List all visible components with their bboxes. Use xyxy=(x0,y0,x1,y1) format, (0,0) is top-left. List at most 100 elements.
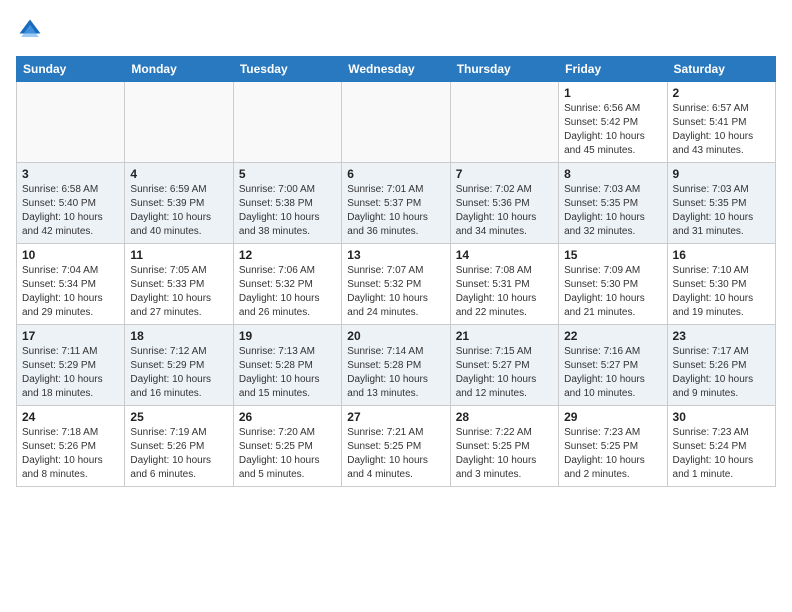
day-number: 14 xyxy=(456,248,553,262)
day-number: 1 xyxy=(564,86,661,100)
day-number: 4 xyxy=(130,167,227,181)
day-info: Sunrise: 7:06 AM Sunset: 5:32 PM Dayligh… xyxy=(239,264,336,320)
day-number: 30 xyxy=(673,410,770,424)
table-row: 30 Sunrise: 7:23 AM Sunset: 5:24 PM Dayli… xyxy=(667,406,775,487)
day-info: Sunrise: 7:23 AM Sunset: 5:24 PM Dayligh… xyxy=(673,426,770,482)
table-row: 14Sunrise: 7:08 AM Sunset: 5:31 PM Dayli… xyxy=(450,244,558,325)
table-row: 27 Sunrise: 7:21 AM Sunset: 5:25 PM Dayli… xyxy=(342,406,450,487)
calendar-week-row: 10Sunrise: 7:04 AM Sunset: 5:34 PM Dayli… xyxy=(17,244,776,325)
day-number: 11 xyxy=(130,248,227,262)
table-row: 29 Sunrise: 7:23 AM Sunset: 5:25 PM Dayli… xyxy=(559,406,667,487)
day-number: 19 xyxy=(239,329,336,343)
calendar-week-row: 3 Sunrise: 6:58 AM Sunset: 5:40 PM Daylig… xyxy=(17,163,776,244)
table-row: 16 Sunrise: 7:10 AM Sunset: 5:30 PM Dayli… xyxy=(667,244,775,325)
table-row: 23 Sunrise: 7:17 AM Sunset: 5:26 PM Dayli… xyxy=(667,325,775,406)
table-row: 11Sunrise: 7:05 AM Sunset: 5:33 PM Dayli… xyxy=(125,244,233,325)
weekday-header: Monday xyxy=(125,57,233,82)
day-number: 18 xyxy=(130,329,227,343)
day-info: Sunrise: 7:22 AM Sunset: 5:25 PM Dayligh… xyxy=(456,426,553,482)
table-row: 19 Sunrise: 7:13 AM Sunset: 5:28 PM Dayli… xyxy=(233,325,341,406)
day-info: Sunrise: 7:07 AM Sunset: 5:32 PM Dayligh… xyxy=(347,264,444,320)
day-info: Sunrise: 7:19 AM Sunset: 5:26 PM Dayligh… xyxy=(130,426,227,482)
day-info: Sunrise: 7:21 AM Sunset: 5:25 PM Dayligh… xyxy=(347,426,444,482)
table-row: 7 Sunrise: 7:02 AM Sunset: 5:36 PM Daylig… xyxy=(450,163,558,244)
day-info: Sunrise: 7:16 AM Sunset: 5:27 PM Dayligh… xyxy=(564,345,661,401)
day-info: Sunrise: 7:23 AM Sunset: 5:25 PM Dayligh… xyxy=(564,426,661,482)
day-number: 23 xyxy=(673,329,770,343)
day-number: 27 xyxy=(347,410,444,424)
table-row: 17 Sunrise: 7:11 AM Sunset: 5:29 PM Dayli… xyxy=(17,325,125,406)
day-info: Sunrise: 7:20 AM Sunset: 5:25 PM Dayligh… xyxy=(239,426,336,482)
weekday-header: Thursday xyxy=(450,57,558,82)
day-number: 5 xyxy=(239,167,336,181)
page-header xyxy=(16,16,776,44)
day-info: Sunrise: 7:10 AM Sunset: 5:30 PM Dayligh… xyxy=(673,264,770,320)
day-info: Sunrise: 6:56 AM Sunset: 5:42 PM Dayligh… xyxy=(564,102,661,158)
table-row: 8Sunrise: 7:03 AM Sunset: 5:35 PM Daylig… xyxy=(559,163,667,244)
day-number: 28 xyxy=(456,410,553,424)
day-number: 3 xyxy=(22,167,119,181)
table-row: 2 Sunrise: 6:57 AM Sunset: 5:41 PM Daylig… xyxy=(667,82,775,163)
table-row: 3 Sunrise: 6:58 AM Sunset: 5:40 PM Daylig… xyxy=(17,163,125,244)
weekday-header: Friday xyxy=(559,57,667,82)
table-row: 12Sunrise: 7:06 AM Sunset: 5:32 PM Dayli… xyxy=(233,244,341,325)
day-number: 29 xyxy=(564,410,661,424)
table-row: 10Sunrise: 7:04 AM Sunset: 5:34 PM Dayli… xyxy=(17,244,125,325)
table-row xyxy=(450,82,558,163)
day-info: Sunrise: 7:14 AM Sunset: 5:28 PM Dayligh… xyxy=(347,345,444,401)
day-number: 20 xyxy=(347,329,444,343)
day-info: Sunrise: 7:00 AM Sunset: 5:38 PM Dayligh… xyxy=(239,183,336,239)
logo-icon xyxy=(16,16,44,44)
day-info: Sunrise: 7:17 AM Sunset: 5:26 PM Dayligh… xyxy=(673,345,770,401)
day-info: Sunrise: 7:15 AM Sunset: 5:27 PM Dayligh… xyxy=(456,345,553,401)
day-number: 24 xyxy=(22,410,119,424)
day-number: 26 xyxy=(239,410,336,424)
calendar-week-row: 17 Sunrise: 7:11 AM Sunset: 5:29 PM Dayli… xyxy=(17,325,776,406)
table-row xyxy=(125,82,233,163)
day-number: 7 xyxy=(456,167,553,181)
day-number: 10 xyxy=(22,248,119,262)
day-info: Sunrise: 6:59 AM Sunset: 5:39 PM Dayligh… xyxy=(130,183,227,239)
day-info: Sunrise: 7:01 AM Sunset: 5:37 PM Dayligh… xyxy=(347,183,444,239)
day-info: Sunrise: 7:12 AM Sunset: 5:29 PM Dayligh… xyxy=(130,345,227,401)
table-row: 9 Sunrise: 7:03 AM Sunset: 5:35 PM Daylig… xyxy=(667,163,775,244)
table-row xyxy=(233,82,341,163)
weekday-header: Wednesday xyxy=(342,57,450,82)
day-number: 22 xyxy=(564,329,661,343)
table-row: 5 Sunrise: 7:00 AM Sunset: 5:38 PM Daylig… xyxy=(233,163,341,244)
weekday-header: Saturday xyxy=(667,57,775,82)
table-row: 15Sunrise: 7:09 AM Sunset: 5:30 PM Dayli… xyxy=(559,244,667,325)
calendar-header-row: SundayMondayTuesdayWednesdayThursdayFrid… xyxy=(17,57,776,82)
logo xyxy=(16,16,48,44)
table-row xyxy=(342,82,450,163)
calendar-week-row: 24 Sunrise: 7:18 AM Sunset: 5:26 PM Dayli… xyxy=(17,406,776,487)
day-info: Sunrise: 7:13 AM Sunset: 5:28 PM Dayligh… xyxy=(239,345,336,401)
table-row xyxy=(17,82,125,163)
day-number: 21 xyxy=(456,329,553,343)
calendar-week-row: 1 Sunrise: 6:56 AM Sunset: 5:42 PM Daylig… xyxy=(17,82,776,163)
table-row: 24 Sunrise: 7:18 AM Sunset: 5:26 PM Dayli… xyxy=(17,406,125,487)
day-number: 25 xyxy=(130,410,227,424)
table-row: 26 Sunrise: 7:20 AM Sunset: 5:25 PM Dayli… xyxy=(233,406,341,487)
table-row: 4 Sunrise: 6:59 AM Sunset: 5:39 PM Daylig… xyxy=(125,163,233,244)
day-info: Sunrise: 6:57 AM Sunset: 5:41 PM Dayligh… xyxy=(673,102,770,158)
day-number: 13 xyxy=(347,248,444,262)
table-row: 25 Sunrise: 7:19 AM Sunset: 5:26 PM Dayli… xyxy=(125,406,233,487)
day-number: 17 xyxy=(22,329,119,343)
day-number: 2 xyxy=(673,86,770,100)
calendar: SundayMondayTuesdayWednesdayThursdayFrid… xyxy=(16,56,776,487)
day-info: Sunrise: 6:58 AM Sunset: 5:40 PM Dayligh… xyxy=(22,183,119,239)
day-info: Sunrise: 7:02 AM Sunset: 5:36 PM Dayligh… xyxy=(456,183,553,239)
day-number: 9 xyxy=(673,167,770,181)
day-info: Sunrise: 7:03 AM Sunset: 5:35 PM Dayligh… xyxy=(673,183,770,239)
day-number: 8 xyxy=(564,167,661,181)
table-row: 20 Sunrise: 7:14 AM Sunset: 5:28 PM Dayli… xyxy=(342,325,450,406)
day-info: Sunrise: 7:11 AM Sunset: 5:29 PM Dayligh… xyxy=(22,345,119,401)
table-row: 28 Sunrise: 7:22 AM Sunset: 5:25 PM Dayli… xyxy=(450,406,558,487)
table-row: 13 Sunrise: 7:07 AM Sunset: 5:32 PM Dayli… xyxy=(342,244,450,325)
day-number: 6 xyxy=(347,167,444,181)
table-row: 18 Sunrise: 7:12 AM Sunset: 5:29 PM Dayli… xyxy=(125,325,233,406)
table-row: 21 Sunrise: 7:15 AM Sunset: 5:27 PM Dayli… xyxy=(450,325,558,406)
day-info: Sunrise: 7:18 AM Sunset: 5:26 PM Dayligh… xyxy=(22,426,119,482)
day-number: 16 xyxy=(673,248,770,262)
